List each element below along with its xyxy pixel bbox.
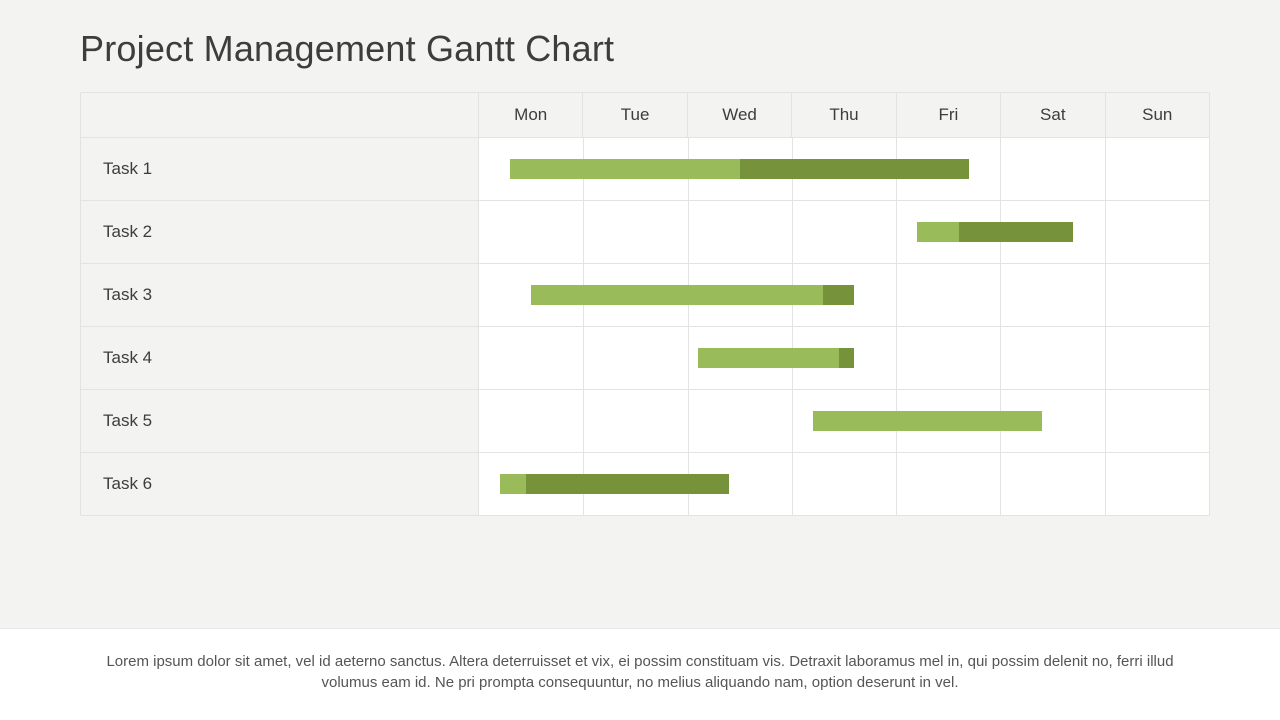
grid-line	[1000, 327, 1001, 389]
gantt-bar-segment-dark	[839, 348, 855, 368]
gantt-bar	[500, 474, 729, 494]
gantt-header-sat: Sat	[1001, 93, 1105, 137]
gantt-bar-segment-light	[813, 411, 1042, 431]
gantt-bar-segment-light	[698, 348, 839, 368]
gantt-row: Task 2	[81, 200, 1209, 263]
gantt-bar-segment-light	[531, 285, 823, 305]
gantt-bar-segment-light	[510, 159, 739, 179]
gantt-bar-segment-light	[500, 474, 526, 494]
gantt-bar-segment-dark	[959, 222, 1074, 242]
gantt-header-wed: Wed	[688, 93, 792, 137]
grid-line	[1000, 264, 1001, 326]
task-label: Task 3	[81, 264, 479, 326]
gantt-row: Task 6	[81, 452, 1209, 515]
grid-line	[1105, 390, 1106, 452]
gantt-header-sun: Sun	[1106, 93, 1209, 137]
gantt-bar-segment-dark	[740, 159, 969, 179]
grid-line	[583, 390, 584, 452]
gantt-bar-area	[479, 327, 1209, 389]
gantt-bar-segment-light	[917, 222, 959, 242]
task-label: Task 4	[81, 327, 479, 389]
grid-line	[1105, 453, 1106, 515]
gantt-row: Task 5	[81, 389, 1209, 452]
task-label: Task 6	[81, 453, 479, 515]
grid-line	[583, 201, 584, 263]
gantt-row: Task 4	[81, 326, 1209, 389]
gantt-corner-cell	[81, 93, 479, 137]
grid-line	[1105, 201, 1106, 263]
grid-line	[688, 201, 689, 263]
gantt-bar-area	[479, 201, 1209, 263]
grid-line	[1000, 138, 1001, 200]
gantt-bar	[510, 159, 969, 179]
gantt-row: Task 1	[81, 137, 1209, 200]
gantt-bar-area	[479, 390, 1209, 452]
gantt-header-mon: Mon	[479, 93, 583, 137]
gantt-row: Task 3	[81, 263, 1209, 326]
grid-line	[583, 327, 584, 389]
gantt-bar-area	[479, 453, 1209, 515]
grid-line	[792, 390, 793, 452]
gantt-bar	[813, 411, 1042, 431]
task-label: Task 5	[81, 390, 479, 452]
task-label: Task 1	[81, 138, 479, 200]
grid-line	[792, 201, 793, 263]
gantt-bar	[531, 285, 854, 305]
grid-line	[688, 327, 689, 389]
grid-line	[688, 390, 689, 452]
gantt-header-tue: Tue	[583, 93, 687, 137]
grid-line	[896, 264, 897, 326]
gantt-header-fri: Fri	[897, 93, 1001, 137]
gantt-bar-area	[479, 138, 1209, 200]
grid-line	[1000, 453, 1001, 515]
grid-line	[1105, 138, 1106, 200]
gantt-bar	[917, 222, 1073, 242]
task-label: Task 2	[81, 201, 479, 263]
gantt-bar-segment-dark	[823, 285, 854, 305]
page-title: Project Management Gantt Chart	[80, 28, 1210, 70]
grid-line	[792, 453, 793, 515]
grid-line	[896, 453, 897, 515]
grid-line	[1105, 327, 1106, 389]
grid-line	[1105, 264, 1106, 326]
gantt-header-thu: Thu	[792, 93, 896, 137]
gantt-bar-area	[479, 264, 1209, 326]
gantt-bar	[698, 348, 854, 368]
gantt-header-row: MonTueWedThuFriSatSun	[81, 93, 1209, 137]
grid-line	[896, 201, 897, 263]
gantt-bar-segment-dark	[526, 474, 729, 494]
grid-line	[896, 327, 897, 389]
footer-text: Lorem ipsum dolor sit amet, vel id aeter…	[0, 628, 1280, 720]
gantt-chart: MonTueWedThuFriSatSun Task 1Task 2Task 3…	[80, 92, 1210, 516]
